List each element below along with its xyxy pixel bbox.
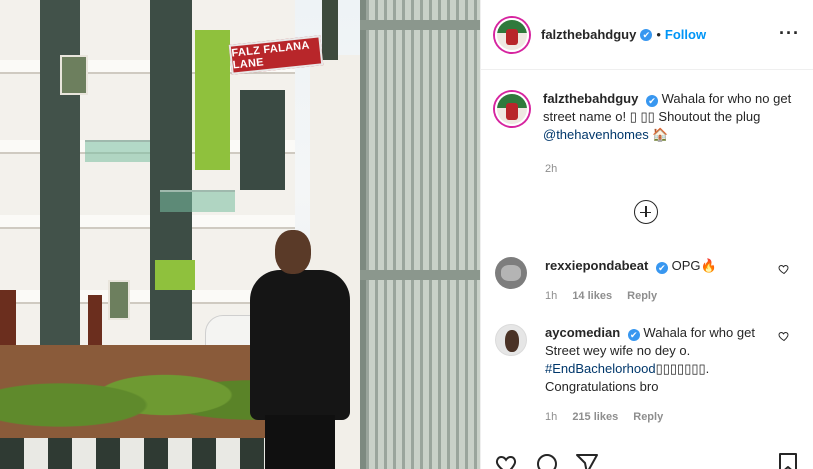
comment-text: OPG🔥: [671, 258, 717, 273]
column: [240, 90, 285, 190]
caption-timestamp: 2h: [545, 163, 558, 175]
share-icon[interactable]: [575, 452, 599, 469]
comment-hashtag[interactable]: #EndBachelorhood: [545, 361, 656, 376]
comment-likes[interactable]: 14 likes: [572, 290, 612, 302]
commenter-avatar[interactable]: [495, 257, 527, 289]
gate-bar: [360, 20, 480, 30]
comment: rexxiepondabeat ✔ OPG🔥 1h 14 likes Reply: [495, 257, 800, 305]
verified-badge-icon: ✔: [645, 95, 658, 107]
comment-meta: 1h 215 likes Reply: [545, 408, 765, 426]
post-header: falzthebahdguy ✔ • Follow ···: [481, 0, 813, 70]
comment-time: 1h: [545, 411, 558, 423]
green-wall: [155, 260, 195, 290]
verified-badge-icon: ✔: [640, 28, 653, 41]
save-bookmark-icon[interactable]: [777, 452, 799, 469]
more-horizontal-icon[interactable]: ···: [779, 24, 800, 42]
avatar[interactable]: [495, 17, 529, 52]
post-side-panel: falzthebahdguy ✔ • Follow ··· falzthebah…: [480, 0, 813, 469]
separator: •: [656, 27, 661, 42]
header-username[interactable]: falzthebahdguy: [541, 27, 636, 42]
reply-button[interactable]: Reply: [627, 290, 657, 302]
glass-railing: [85, 140, 150, 162]
gate-bar: [360, 270, 480, 280]
caption-body-2: Shoutout the plug: [654, 109, 761, 124]
follow-button[interactable]: Follow: [665, 27, 706, 42]
person-head: [275, 230, 311, 274]
load-more-comments-icon[interactable]: [634, 200, 658, 224]
caption-mention[interactable]: @thehavenhomes: [543, 127, 649, 142]
person: [245, 230, 355, 469]
comment-time: 1h: [545, 290, 558, 302]
sign-pole: [322, 0, 338, 60]
action-bar: [495, 452, 599, 469]
comment-body: aycomedian ✔ Wahala for who get Street w…: [545, 324, 765, 426]
comment-emoji: ▯▯▯▯▯▯▯: [655, 361, 706, 376]
window: [108, 280, 130, 320]
caption: falzthebahdguy ✔ Wahala for who no get s…: [495, 90, 800, 144]
heart-icon[interactable]: [778, 330, 790, 342]
caption-avatar[interactable]: [495, 92, 529, 126]
comment-username[interactable]: rexxiepondabeat: [545, 258, 648, 273]
person-legs: [265, 415, 335, 469]
caption-text: falzthebahdguy ✔ Wahala for who no get s…: [543, 90, 800, 144]
verified-badge-icon: ✔: [655, 262, 668, 274]
door: [88, 295, 102, 345]
caption-username[interactable]: falzthebahdguy: [543, 91, 638, 106]
comment-meta: 1h 14 likes Reply: [545, 287, 765, 305]
comment-username[interactable]: aycomedian: [545, 325, 620, 340]
heart-icon[interactable]: [778, 263, 790, 275]
reply-button[interactable]: Reply: [633, 411, 663, 423]
house-emoji: 🏠: [652, 127, 669, 142]
person-body: [250, 270, 350, 420]
comment-icon[interactable]: [535, 452, 559, 469]
comment: aycomedian ✔ Wahala for who get Street w…: [495, 324, 800, 426]
door: [0, 290, 16, 350]
green-wall: [195, 30, 230, 170]
gate-frame: [360, 0, 480, 469]
commenter-avatar[interactable]: [495, 324, 527, 356]
comment-likes[interactable]: 215 likes: [572, 411, 618, 423]
post-photo[interactable]: FALZ FALANA LANE: [0, 0, 480, 469]
verified-badge-icon: ✔: [627, 329, 640, 341]
glass-railing: [160, 190, 235, 212]
comment-body: rexxiepondabeat ✔ OPG🔥 1h 14 likes Reply: [545, 257, 765, 305]
caption-emoji: ▯ ▯▯: [629, 109, 655, 124]
window: [60, 55, 88, 95]
like-heart-icon[interactable]: [495, 452, 519, 469]
column: [40, 0, 80, 350]
